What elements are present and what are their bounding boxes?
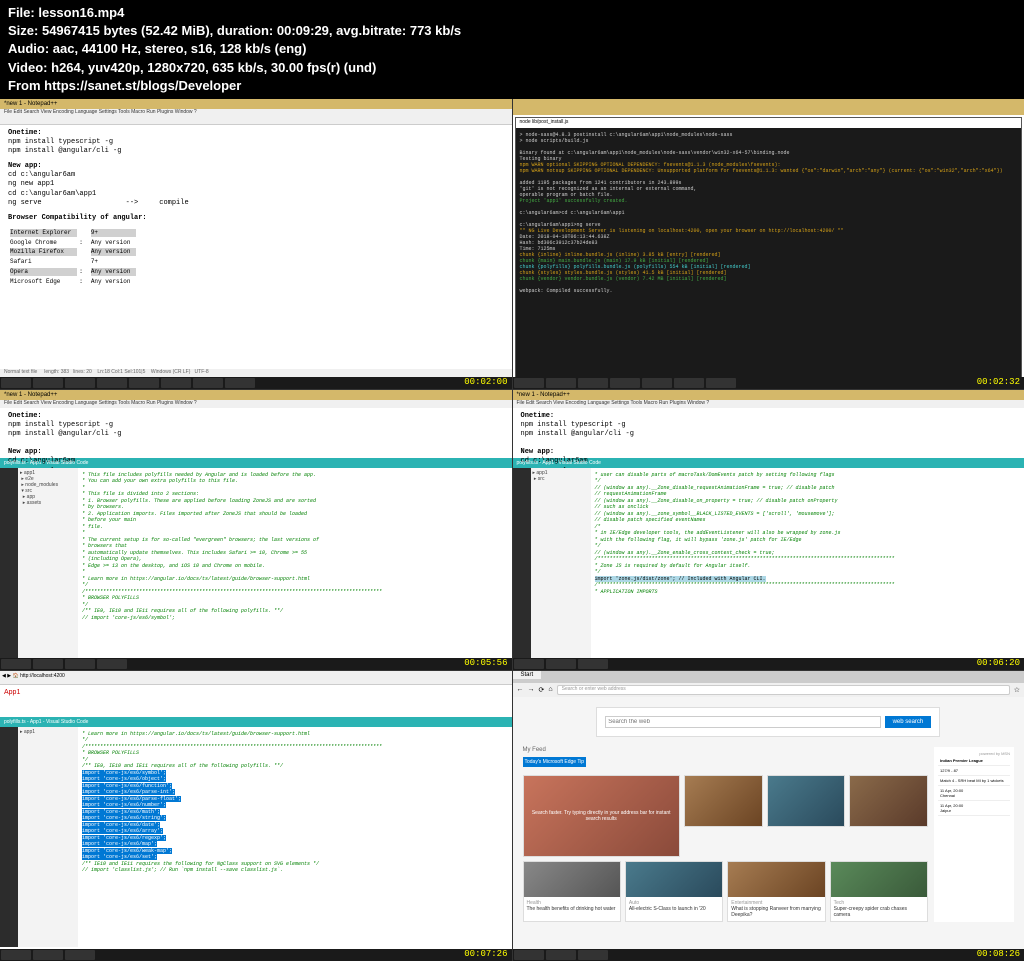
- scores-sidebar: powered by MSN Indian Premier League 127…: [934, 747, 1014, 922]
- browser-tabs[interactable]: Start: [513, 671, 1024, 683]
- toolbar[interactable]: [0, 117, 512, 125]
- terminal-output[interactable]: > node-sass@4.8.3 postinstall c:\angular…: [516, 128, 1022, 388]
- status-bar: Normal text file length: 383 lines: 20 L…: [0, 369, 512, 377]
- window-title: *new 1 - Notepad++: [0, 99, 512, 109]
- taskbar[interactable]: [513, 949, 1024, 961]
- news-card[interactable]: HealthThe health benefits of drinking ho…: [523, 861, 621, 922]
- activity-bar[interactable]: [0, 468, 18, 658]
- frame-2-notepad-terminal: node lib/post_install.js > node-sass@4.8…: [513, 99, 1024, 389]
- feed-card[interactable]: [684, 775, 763, 827]
- file-explorer[interactable]: ▸ app1: [18, 727, 78, 947]
- frame-6-edge: Start ← → ⟳ ⌂ Search or enter web addres…: [513, 671, 1024, 961]
- feed-card[interactable]: [767, 775, 846, 827]
- home-icon[interactable]: ⌂: [548, 686, 552, 693]
- taskbar[interactable]: [0, 949, 512, 961]
- activity-bar[interactable]: [0, 727, 18, 947]
- timestamp: 00:02:00: [464, 377, 507, 387]
- timestamp: 00:02:32: [977, 377, 1020, 387]
- news-card[interactable]: EntertainmentWhat is stopping Ranveer fr…: [727, 861, 825, 922]
- frame-4-vscode: *new 1 - Notepad++ File Edit Search View…: [513, 390, 1024, 670]
- frame-5-vscode: ◀ ▶ 🏠 http://localhost:4200 App1 polyfil…: [0, 671, 512, 961]
- search-button[interactable]: web search: [885, 716, 932, 728]
- browser-compat-table: Internet Explorer9+ Google Chrome:Any ve…: [8, 227, 138, 288]
- address-bar[interactable]: Search or enter web address: [557, 685, 1010, 695]
- feed-card[interactable]: Search faster. Try typing directly in yo…: [523, 775, 680, 857]
- file-explorer[interactable]: ▸ app1 ▸ src: [531, 468, 591, 658]
- editor-content[interactable]: Onetime: npm install typescript -g npm i…: [0, 125, 512, 298]
- vscode-title: polyfills.ts - App1 - Visual Studio Code: [0, 458, 512, 468]
- timestamp: 00:06:20: [977, 658, 1020, 668]
- taskbar[interactable]: [513, 377, 1024, 389]
- timestamp: 00:05:56: [464, 658, 507, 668]
- video-metadata-header: File: lesson16.mp4 Size: 54967415 bytes …: [0, 0, 1024, 99]
- back-icon[interactable]: ←: [517, 686, 524, 693]
- menu-bar[interactable]: File Edit Search View Encoding Language …: [0, 109, 512, 117]
- search-input[interactable]: [605, 716, 880, 728]
- frame-3-vscode: *new 1 - Notepad++ File Edit Search View…: [0, 390, 512, 670]
- search-box: web search: [596, 707, 940, 737]
- timestamp: 00:07:26: [464, 949, 507, 959]
- news-card[interactable]: AutoAll-electric S-Class to launch in '2…: [625, 861, 723, 922]
- timestamp: 00:08:26: [977, 949, 1020, 959]
- taskbar[interactable]: [0, 658, 512, 670]
- activity-bar[interactable]: [513, 468, 531, 658]
- browser-toolbar[interactable]: ← → ⟳ ⌂ Search or enter web address ☆: [513, 683, 1024, 697]
- file-explorer[interactable]: ▸ app1 ▸ e2e ▸ node_modules ▾ src ▸ app …: [18, 468, 78, 658]
- feed-card[interactable]: [849, 775, 928, 827]
- code-editor[interactable]: * This file includes polyfills needed by…: [78, 468, 512, 658]
- news-card[interactable]: TechSuper-creepy spider crab chases came…: [830, 861, 928, 922]
- taskbar[interactable]: [513, 658, 1024, 670]
- taskbar[interactable]: [0, 377, 512, 389]
- frame-1-notepad: *new 1 - Notepad++ File Edit Search View…: [0, 99, 512, 389]
- code-editor[interactable]: * Learn more in https://angular.io/docs/…: [78, 727, 512, 947]
- star-icon[interactable]: ☆: [1014, 686, 1020, 694]
- code-editor[interactable]: * user can disable parts of macroTask/Do…: [591, 468, 1024, 658]
- forward-icon[interactable]: →: [528, 686, 535, 693]
- refresh-icon[interactable]: ⟳: [539, 686, 545, 694]
